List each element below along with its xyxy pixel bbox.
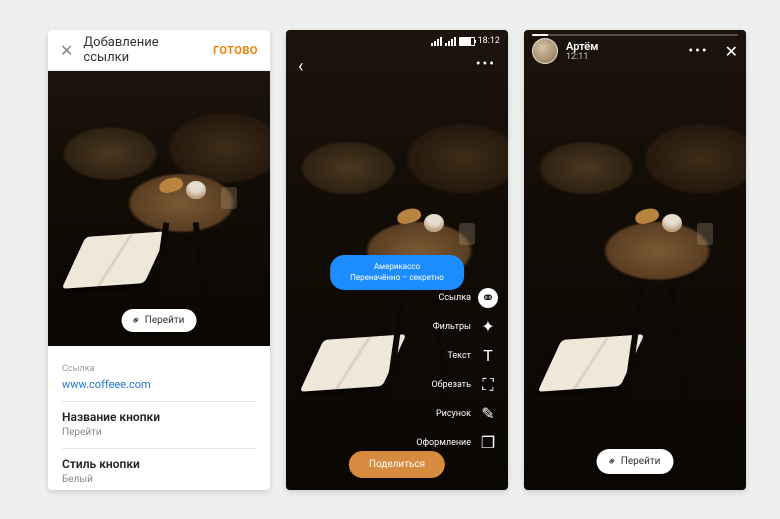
button-name-field[interactable]: Название кнопки Перейти — [62, 402, 256, 449]
form: Ссылка www.coffeee.com Название кнопки П… — [48, 346, 270, 490]
battery-icon — [459, 37, 475, 46]
link-preview-chip[interactable]: Америкаccо Переначённо – секретно — [330, 255, 464, 290]
tool-crop[interactable]: Обрезать ⛶ — [416, 375, 498, 395]
preview-cta-button[interactable]: ⚭ Перейти — [122, 309, 197, 332]
tool-label: Обрезать — [431, 380, 471, 390]
user-name: Артём — [566, 41, 598, 52]
tool-link[interactable]: Ссылка ⚭ — [416, 288, 498, 308]
tool-text[interactable]: Текст T — [416, 346, 498, 366]
tool-brush[interactable]: Рисунок ✎ — [416, 404, 498, 424]
tool-label: Оформление — [416, 438, 471, 448]
tool-label: Рисунок — [436, 409, 471, 419]
crop-icon: ⛶ — [478, 375, 498, 395]
story-editor-screen: 18:12 ‹ ••• Америкаccо Переначённо – сек… — [286, 30, 508, 490]
button-style-value: Белый — [62, 474, 256, 485]
link-field[interactable]: Ссылка www.coffeee.com — [62, 356, 256, 402]
story-cta-label: Перейти — [621, 456, 661, 467]
tool-label: Текст — [447, 351, 471, 361]
link-label: Ссылка — [62, 364, 256, 374]
link-icon: ⚭ — [128, 313, 144, 329]
publish-button[interactable]: Поделиться — [349, 451, 445, 478]
close-icon[interactable]: ✕ — [725, 42, 738, 61]
header: ✕ Добавление ссылки готово — [48, 30, 270, 71]
button-style-title: Стиль кнопки — [62, 457, 256, 471]
tool-layout[interactable]: Оформление ❒ — [416, 433, 498, 453]
tool-label: Ссылка — [438, 293, 471, 303]
close-icon[interactable]: ✕ — [60, 41, 73, 60]
sparkle-icon: ✦ — [478, 317, 498, 337]
story-progress — [532, 34, 738, 36]
tool-label: Фильтры — [433, 322, 471, 332]
link-value: www.coffeee.com — [62, 378, 256, 391]
chip-line2: Переначённо – секретно — [350, 273, 444, 283]
button-style-field[interactable]: Стиль кнопки Белый — [62, 449, 256, 490]
user-block: Артём 12:11 — [566, 41, 598, 62]
done-button[interactable]: готово — [213, 44, 258, 57]
header-title: Добавление ссылки — [83, 35, 203, 65]
editor-nav: ‹ ••• — [286, 50, 508, 83]
more-icon[interactable]: ••• — [476, 56, 496, 77]
chip-line1: Америкаccо — [350, 262, 444, 272]
brush-icon: ✎ — [478, 404, 498, 424]
preview-image: ⚭ Перейти — [48, 71, 270, 346]
link-icon: ⚭ — [604, 454, 620, 470]
avatar[interactable] — [532, 38, 558, 64]
signal-icon — [431, 37, 442, 46]
add-link-screen: ✕ Добавление ссылки готово ⚭ Перейти Ссы… — [48, 30, 270, 490]
preview-cta-label: Перейти — [145, 315, 185, 326]
tool-list: Ссылка ⚭ Фильтры ✦ Текст T Обрезать ⛶ Рисунок ✎ Оф… — [416, 288, 498, 453]
tool-sparkle[interactable]: Фильтры ✦ — [416, 317, 498, 337]
status-bar: 18:12 — [286, 30, 508, 52]
text-icon: T — [478, 346, 498, 366]
button-name-title: Название кнопки — [62, 410, 256, 424]
link-icon: ⚭ — [478, 288, 498, 308]
story-cta-button[interactable]: ⚭ Перейти — [597, 449, 674, 474]
signal-icon — [445, 37, 456, 46]
more-icon[interactable]: ••• — [688, 43, 708, 59]
story-time: 12:11 — [566, 52, 598, 62]
story-header: Артём 12:11 ••• ✕ — [532, 38, 738, 64]
story-view-screen: Артём 12:11 ••• ✕ ⚭ Перейти — [524, 30, 746, 490]
layout-icon: ❒ — [478, 433, 498, 453]
button-name-value: Перейти — [62, 427, 256, 438]
status-time: 18:12 — [478, 36, 500, 46]
back-icon[interactable]: ‹ — [298, 56, 303, 77]
